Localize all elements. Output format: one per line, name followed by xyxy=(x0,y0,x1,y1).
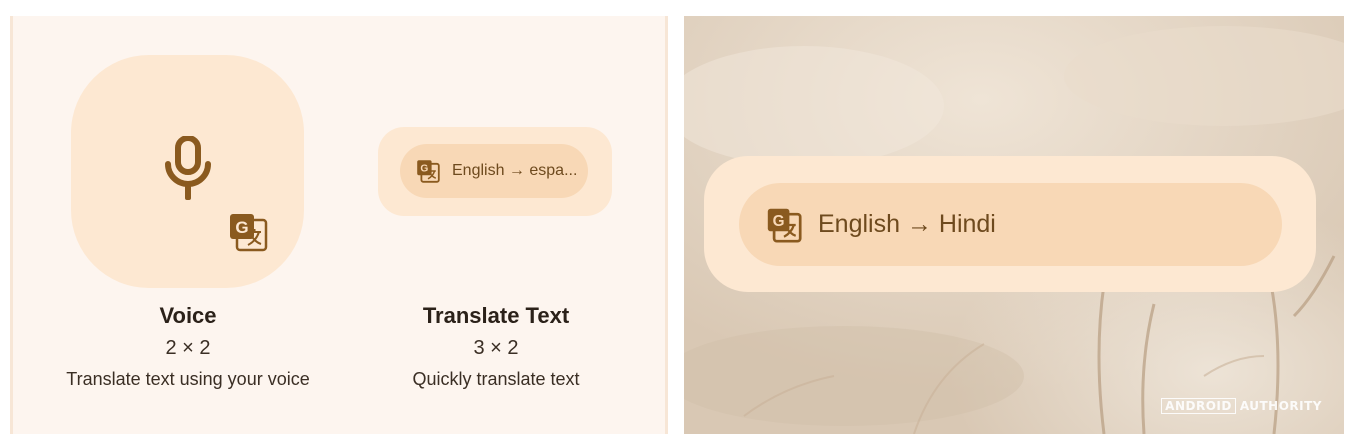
watermark-rest: AUTHORITY xyxy=(1239,399,1322,413)
home-screen-panel: G English → Hindi ANDROID AUTHORITY xyxy=(684,16,1344,434)
language-pair-pill[interactable]: G English → Hindi xyxy=(739,183,1282,266)
widget-description: Translate text using your voice xyxy=(66,369,310,389)
google-translate-icon: G xyxy=(767,208,802,243)
widget-size: 3 × 2 xyxy=(473,337,519,359)
widget-picker-panel: G G English → espa... Voice 2 × 2 Transl… xyxy=(10,16,668,434)
language-pair-label: English → espa... xyxy=(452,162,578,179)
translate-widget[interactable]: G English → Hindi xyxy=(704,156,1316,292)
widget-name: Voice xyxy=(159,303,217,328)
svg-text:G: G xyxy=(235,218,248,237)
watermark: ANDROID AUTHORITY xyxy=(1161,398,1322,414)
widget-description: Quickly translate text xyxy=(412,369,580,389)
google-translate-icon: G xyxy=(417,160,440,183)
language-pair-label: English → Hindi xyxy=(818,210,996,238)
watermark-boxed: ANDROID xyxy=(1161,398,1236,414)
voice-widget-preview[interactable]: G xyxy=(71,55,304,288)
voice-widget-caption: Voice 2 × 2 Translate text using your vo… xyxy=(41,303,335,390)
svg-text:G: G xyxy=(773,212,785,229)
widget-size: 2 × 2 xyxy=(165,337,211,359)
translate-text-widget-caption: Translate Text 3 × 2 Quickly translate t… xyxy=(381,303,611,390)
google-translate-icon: G xyxy=(230,214,268,252)
widget-name: Translate Text xyxy=(422,303,570,328)
translate-text-widget-preview[interactable]: G English → espa... xyxy=(378,127,612,216)
language-pair-pill[interactable]: G English → espa... xyxy=(400,144,588,198)
microphone-icon xyxy=(165,136,211,200)
svg-text:G: G xyxy=(420,164,428,175)
